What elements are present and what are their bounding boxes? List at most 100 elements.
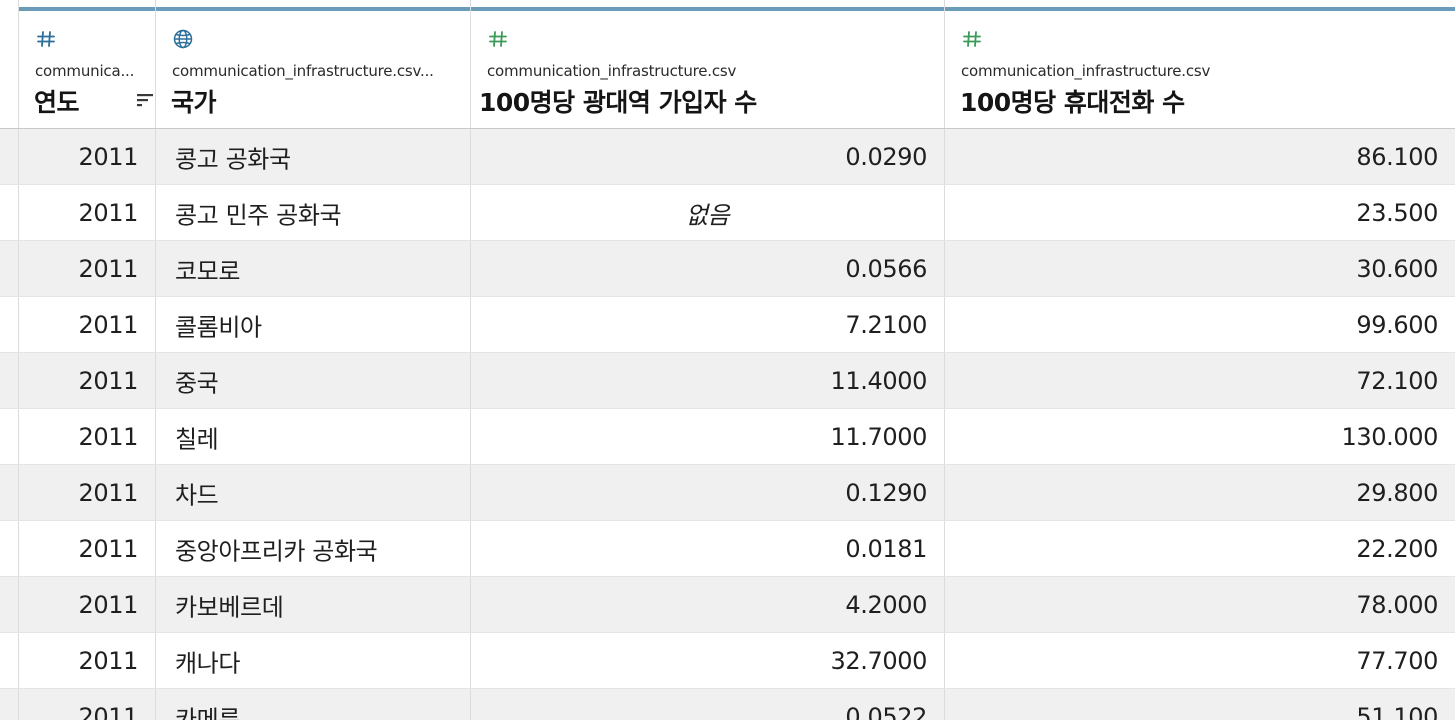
cell-value: 2011 [78,310,139,339]
cell-value: 중국 [175,369,219,397]
cell-mobile[interactable]: 77.700 [945,633,1455,688]
table-row[interactable]: 2011 카보베르데 4.2000 78.000 [0,577,1455,633]
cell-value: 0.0290 [845,142,927,171]
cell-year[interactable]: 2011 [19,409,156,464]
cell-country[interactable]: 콜롬비아 [156,297,471,352]
cell-value: 0.0522 [845,702,927,720]
cell-value: 2011 [78,366,139,395]
cell-broadband[interactable]: 4.2000 [471,577,945,632]
row-gutter[interactable] [0,633,19,688]
column-source: communication_infrastructure.csv [487,62,737,80]
cell-value: 캐나다 [175,649,241,677]
row-gutter[interactable] [0,689,19,720]
cell-mobile[interactable]: 86.100 [945,129,1455,184]
row-gutter[interactable] [0,409,19,464]
cell-broadband[interactable]: 0.0522 [471,689,945,720]
cell-country[interactable]: 코모로 [156,241,471,296]
cell-country[interactable]: 차드 [156,465,471,520]
cell-value: 콜롬비아 [175,313,262,341]
cell-year[interactable]: 2011 [19,633,156,688]
row-gutter[interactable] [0,241,19,296]
cell-value: 0.0566 [845,254,927,283]
row-gutter[interactable] [0,521,19,576]
cell-year[interactable]: 2011 [19,185,156,240]
cell-year[interactable]: 2011 [19,241,156,296]
cell-mobile[interactable]: 23.500 [945,185,1455,240]
cell-value: 22.200 [1356,534,1438,563]
cell-value: 32.7000 [830,646,928,675]
cell-country[interactable]: 중국 [156,353,471,408]
cell-mobile[interactable]: 130.000 [945,409,1455,464]
data-grid: communica... 연도 communication_infrastruc… [0,0,1455,720]
cell-broadband[interactable]: 0.1290 [471,465,945,520]
cell-broadband[interactable]: 0.0181 [471,521,945,576]
cell-mobile[interactable]: 78.000 [945,577,1455,632]
cell-broadband[interactable]: 32.7000 [471,633,945,688]
cell-country[interactable]: 중앙아프리카 공화국 [156,521,471,576]
table-row[interactable]: 2011 코모로 0.0566 30.600 [0,241,1455,297]
cell-value: 2011 [78,254,139,283]
cell-country[interactable]: 콩고 공화국 [156,129,471,184]
cell-value: 2011 [78,422,139,451]
table-row[interactable]: 2011 카메룬 0.0522 51.100 [0,689,1455,720]
cell-country[interactable]: 콩고 민주 공화국 [156,185,471,240]
cell-broadband[interactable]: 7.2100 [471,297,945,352]
cell-broadband[interactable]: 없음 [471,185,945,240]
column-header-year[interactable]: communica... 연도 [19,0,156,128]
cell-value: 51.100 [1356,702,1438,720]
table-row[interactable]: 2011 칠레 11.7000 130.000 [0,409,1455,465]
row-gutter[interactable] [0,465,19,520]
hash-icon [963,31,981,47]
column-title: 100명당 광대역 가입자 수 [479,88,757,117]
cell-country[interactable]: 카보베르데 [156,577,471,632]
table-row[interactable]: 2011 콩고 민주 공화국 없음 23.500 [0,185,1455,241]
cell-value: 7.2100 [845,310,927,339]
column-source: communication_infrastructure.csv... [172,62,434,80]
cell-value: 2011 [78,646,139,675]
cell-year[interactable]: 2011 [19,577,156,632]
cell-broadband[interactable]: 11.7000 [471,409,945,464]
table-row[interactable]: 2011 콩고 공화국 0.0290 86.100 [0,129,1455,185]
cell-country[interactable]: 카메룬 [156,689,471,720]
cell-broadband[interactable]: 11.4000 [471,353,945,408]
column-header-mobile[interactable]: communication_infrastructure.csv 100명당 휴… [945,0,1455,128]
cell-value: 0.1290 [845,478,927,507]
table-row[interactable]: 2011 콜롬비아 7.2100 99.600 [0,297,1455,353]
row-gutter[interactable] [0,129,19,184]
cell-year[interactable]: 2011 [19,129,156,184]
cell-mobile[interactable]: 51.100 [945,689,1455,720]
cell-broadband[interactable]: 0.0290 [471,129,945,184]
row-gutter[interactable] [0,297,19,352]
table-row[interactable]: 2011 차드 0.1290 29.800 [0,465,1455,521]
cell-value: 2011 [78,198,139,227]
cell-mobile[interactable]: 72.100 [945,353,1455,408]
column-header-country[interactable]: communication_infrastructure.csv... 국가 [156,0,471,128]
cell-year[interactable]: 2011 [19,689,156,720]
cell-year[interactable]: 2011 [19,521,156,576]
cell-mobile[interactable]: 30.600 [945,241,1455,296]
table-row[interactable]: 2011 중국 11.4000 72.100 [0,353,1455,409]
cell-mobile[interactable]: 29.800 [945,465,1455,520]
cell-country[interactable]: 캐나다 [156,633,471,688]
cell-mobile[interactable]: 22.200 [945,521,1455,576]
cell-value: 카보베르데 [175,593,284,621]
cell-value: 카메룬 [175,705,241,720]
cell-country[interactable]: 칠레 [156,409,471,464]
row-gutter[interactable] [0,353,19,408]
cell-year[interactable]: 2011 [19,297,156,352]
cell-value: 78.000 [1356,590,1438,619]
row-gutter[interactable] [0,185,19,240]
row-gutter[interactable] [0,577,19,632]
sort-icon[interactable] [136,91,154,109]
table-row[interactable]: 2011 캐나다 32.7000 77.700 [0,633,1455,689]
cell-value: 콩고 공화국 [175,145,291,173]
cell-year[interactable]: 2011 [19,465,156,520]
cell-year[interactable]: 2011 [19,353,156,408]
column-header-broadband[interactable]: communication_infrastructure.csv 100명당 광… [471,0,945,128]
cell-value: 2011 [78,478,139,507]
table-row[interactable]: 2011 중앙아프리카 공화국 0.0181 22.200 [0,521,1455,577]
cell-mobile[interactable]: 99.600 [945,297,1455,352]
cell-value: 2011 [78,534,139,563]
cell-value: 중앙아프리카 공화국 [175,537,378,565]
cell-broadband[interactable]: 0.0566 [471,241,945,296]
